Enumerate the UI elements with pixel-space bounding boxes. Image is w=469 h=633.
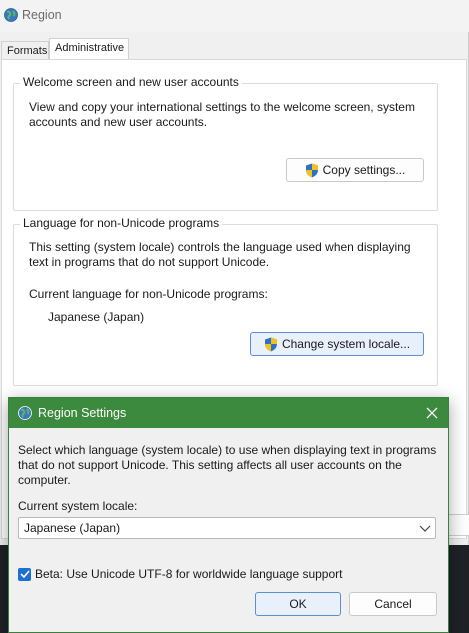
system-locale-value: Japanese (Japan)	[24, 521, 121, 535]
non-unicode-group-title: Language for non-Unicode programs	[20, 216, 223, 230]
dialog-description-line2: that do not support Unicode. This settin…	[18, 458, 402, 472]
chevron-down-icon	[419, 525, 431, 532]
current-language-value: Japanese (Japan)	[48, 310, 145, 324]
cancel-button[interactable]: Cancel	[349, 592, 437, 616]
dialog-title-bar: Region Settings	[9, 398, 448, 428]
title-bar: Region	[0, 0, 469, 32]
system-locale-dropdown[interactable]: Japanese (Japan)	[18, 517, 436, 539]
checkmark-icon	[19, 570, 30, 578]
window-title: Region	[22, 8, 62, 22]
utf8-beta-label: Beta: Use Unicode UTF-8 for worldwide la…	[35, 567, 343, 581]
tab-formats[interactable]: Formats	[1, 41, 49, 61]
dialog-description: Select which language (system locale) to…	[18, 443, 438, 488]
dialog-description-line1: Select which language (system locale) to…	[18, 443, 437, 457]
region-settings-dialog: Region Settings Select which language (s…	[8, 397, 449, 633]
globe-region-icon	[4, 8, 18, 22]
tab-administrative[interactable]: Administrative	[49, 38, 129, 60]
change-system-locale-button[interactable]: Change system locale...	[250, 332, 424, 356]
non-unicode-description-line1: This setting (system locale) controls th…	[29, 240, 411, 254]
ok-button[interactable]: OK	[255, 592, 341, 616]
welcome-groupbox: Welcome screen and new user accounts Vie…	[13, 75, 438, 211]
system-locale-label: Current system locale:	[18, 499, 138, 513]
utf8-beta-option[interactable]: Beta: Use Unicode UTF-8 for worldwide la…	[18, 566, 343, 582]
dialog-description-line3: computer.	[18, 473, 71, 487]
uac-shield-icon	[264, 337, 277, 351]
uac-shield-icon	[305, 163, 318, 177]
current-language-label: Current language for non-Unicode program…	[29, 287, 268, 301]
utf8-beta-checkbox[interactable]	[18, 567, 31, 581]
welcome-description-line2: accounts and new user accounts.	[29, 115, 208, 129]
close-icon[interactable]	[424, 405, 440, 421]
dialog-title: Region Settings	[38, 406, 127, 420]
copy-settings-label: Copy settings...	[322, 163, 406, 177]
copy-settings-button[interactable]: Copy settings...	[286, 158, 424, 182]
change-system-locale-label: Change system locale...	[281, 337, 411, 351]
non-unicode-groupbox: Language for non-Unicode programs This s…	[13, 216, 438, 386]
welcome-description-line1: View and copy your international setting…	[29, 100, 415, 114]
non-unicode-description-line2: text in programs that do not support Uni…	[29, 255, 270, 269]
globe-region-icon	[18, 406, 32, 420]
welcome-group-title: Welcome screen and new user accounts	[20, 75, 242, 89]
